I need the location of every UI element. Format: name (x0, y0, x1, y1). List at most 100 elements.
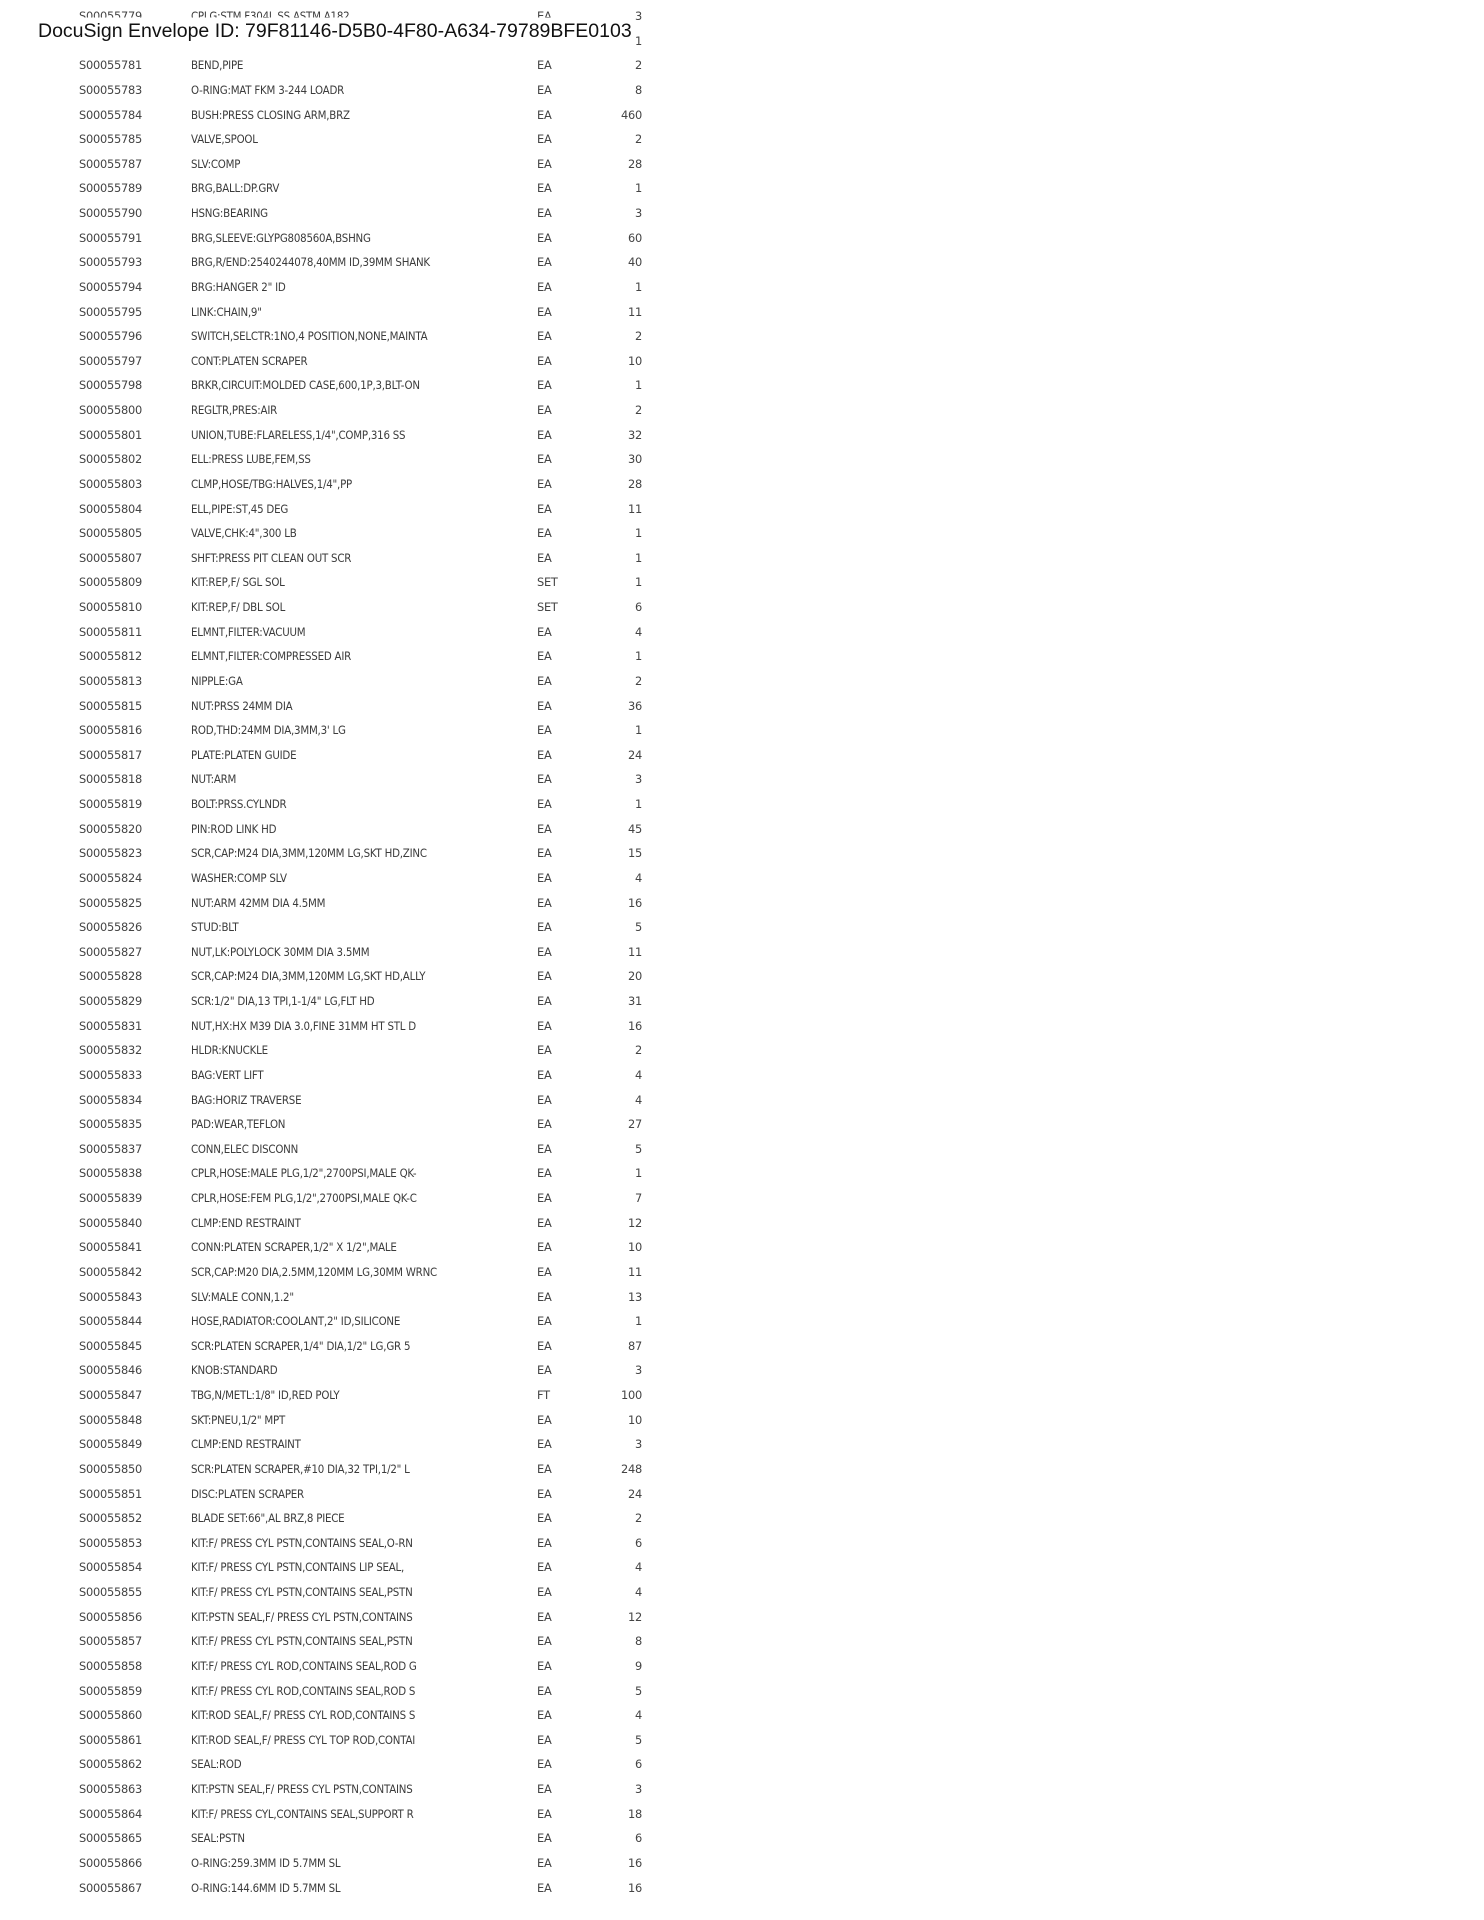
unit-of-measure: EA (537, 1880, 552, 1895)
item-description: NUT:ARM (191, 772, 237, 787)
unit-of-measure: EA (537, 1708, 552, 1723)
table-row: S00055865 SEAL:PSTN EA 6 (0, 1826, 700, 1851)
item-code: S00055807 (79, 550, 142, 565)
table-row: S00055825 NUT:ARM 42MM DIA 4.5MM EA 16 (0, 891, 700, 916)
item-description: KIT:F/ PRESS CYL PSTN,CONTAINS SEAL,O-RN (191, 1535, 413, 1550)
item-code: S00055846 (79, 1363, 142, 1378)
quantity: 6 (635, 1831, 642, 1846)
item-code: S00055855 (79, 1585, 142, 1599)
quantity: 3 (635, 1363, 642, 1378)
quantity: 1 (635, 575, 642, 590)
table-row: S00055795 LINK:CHAIN,9" EA 11 (0, 300, 700, 325)
quantity: 248 (621, 1461, 642, 1476)
table-row: S00055831 NUT,HX:HX M39 DIA 3.0,FINE 31M… (0, 1014, 700, 1039)
table-row: S00055800 REGLTR,PRES:AIR EA 2 (0, 398, 700, 423)
item-code: S00055804 (79, 501, 142, 516)
item-description: CONN,ELEC DISCONN (191, 1141, 299, 1156)
item-code: S00055816 (79, 723, 142, 738)
item-code: S00055802 (79, 452, 142, 467)
quantity: 11 (628, 1264, 642, 1279)
item-code: S00055812 (79, 649, 142, 664)
unit-of-measure: EA (537, 501, 552, 516)
item-code: S00055849 (79, 1437, 142, 1452)
item-code: S00055866 (79, 1855, 142, 1870)
quantity: 1 (635, 649, 642, 664)
item-description: KIT:F/ PRESS CYL PSTN,CONTAINS SEAL,PSTN (191, 1585, 413, 1599)
item-description: KIT:REP,F/ SGL SOL (191, 575, 285, 590)
item-description: KIT:PSTN SEAL,F/ PRESS CYL PSTN,CONTAINS (191, 1609, 413, 1624)
item-description: CLMP:END RESTRAINT (191, 1215, 301, 1230)
table-row: S00055796 SWITCH,SELCTR:1NO,4 POSITION,N… (0, 324, 700, 349)
quantity: 1 (635, 797, 642, 811)
table-row: S00055846 KNOB:STANDARD EA 3 (0, 1358, 700, 1383)
table-row: S00055785 VALVE,SPOOL EA 2 (0, 127, 700, 152)
table-row: S00055867 O-RING:144.6MM ID 5.7MM SL EA … (0, 1876, 700, 1901)
item-description: O-RING:MAT FKM 3-244 LOADR (191, 82, 345, 97)
item-description: ELMNT,FILTER:VACUUM (191, 624, 306, 639)
quantity: 3 (635, 1437, 642, 1452)
item-description: BRG,BALL:DP.GRV (191, 181, 280, 196)
item-code: S00055847 (79, 1388, 142, 1402)
item-description: O-RING:259.3MM ID 5.7MM SL (191, 1855, 341, 1870)
table-row: S00055842 SCR,CAP:M20 DIA,2.5MM,120MM LG… (0, 1260, 700, 1285)
item-description: BRG,R/END:2540244078,40MM ID,39MM SHANK (191, 255, 430, 270)
unit-of-measure: EA (537, 279, 552, 294)
item-code: S00055815 (79, 698, 142, 713)
quantity: 1 (635, 33, 642, 48)
item-code: S00055857 (79, 1634, 142, 1649)
item-description: CONN:PLATEN SCRAPER,1/2" X 1/2",MALE (191, 1240, 397, 1255)
item-description: NIPPLE:GA (191, 673, 243, 688)
item-code: S00055850 (79, 1461, 142, 1476)
item-description: SWITCH,SELCTR:1NO,4 POSITION,NONE,MAINTA (191, 329, 428, 344)
item-code: S00055851 (79, 1486, 142, 1501)
table-row: S00055813 NIPPLE:GA EA 2 (0, 669, 700, 694)
item-code: S00055787 (79, 156, 142, 171)
item-code: S00055810 (79, 600, 142, 614)
table-row: S00055843 SLV:MALE CONN,1.2" EA 13 (0, 1285, 700, 1310)
quantity: 5 (635, 1141, 642, 1156)
item-description: NUT,LK:POLYLOCK 30MM DIA 3.5MM (191, 944, 370, 959)
quantity: 2 (635, 132, 642, 147)
table-row: S00055801 UNION,TUBE:FLARELESS,1/4",COMP… (0, 423, 700, 448)
item-code: S00055840 (79, 1215, 142, 1230)
quantity: 12 (628, 1609, 642, 1624)
item-code: S00055785 (79, 132, 142, 147)
item-description: CONT:PLATEN SCRAPER (191, 353, 308, 368)
unit-of-measure: EA (537, 1191, 552, 1205)
item-description: VALVE,CHK:4",300 LB (191, 526, 297, 541)
unit-of-measure: EA (537, 1585, 552, 1599)
quantity: 1 (635, 526, 642, 541)
item-code: S00055803 (79, 476, 142, 491)
table-row: S00055812 ELMNT,FILTER:COMPRESSED AIR EA… (0, 644, 700, 669)
item-description: ELMNT,FILTER:COMPRESSED AIR (191, 649, 352, 664)
unit-of-measure: EA (537, 1338, 552, 1353)
unit-of-measure: EA (537, 698, 552, 713)
table-row: S00055819 BOLT:PRSS.CYLNDR EA 1 (0, 792, 700, 817)
quantity: 10 (628, 1412, 642, 1427)
quantity: 100 (621, 1388, 642, 1402)
quantity: 4 (635, 624, 642, 639)
quantity: 4 (635, 1708, 642, 1723)
quantity: 5 (635, 920, 642, 935)
unit-of-measure: EA (537, 1043, 552, 1058)
quantity: 87 (628, 1338, 642, 1353)
quantity: 28 (628, 476, 642, 491)
unit-of-measure: EA (537, 1437, 552, 1452)
quantity: 6 (635, 600, 642, 614)
table-row: S00055815 NUT:PRSS 24MM DIA EA 36 (0, 694, 700, 719)
unit-of-measure: EA (537, 772, 552, 787)
quantity: 1 (635, 378, 642, 393)
unit-of-measure: EA (537, 1141, 552, 1156)
item-code: S00055790 (79, 206, 142, 220)
quantity: 1 (635, 550, 642, 565)
quantity: 40 (628, 255, 642, 270)
unit-of-measure: EA (537, 304, 552, 319)
unit-of-measure: EA (537, 230, 552, 245)
item-description: PIN:ROD LINK HD (191, 821, 277, 836)
quantity: 5 (635, 1732, 642, 1747)
unit-of-measure: EA (537, 550, 552, 565)
item-code: S00055843 (79, 1289, 142, 1304)
item-description: BAG:VERT LIFT (191, 1067, 264, 1082)
item-code: S00055854 (79, 1560, 142, 1575)
table-row: S00055841 CONN:PLATEN SCRAPER,1/2" X 1/2… (0, 1235, 700, 1260)
